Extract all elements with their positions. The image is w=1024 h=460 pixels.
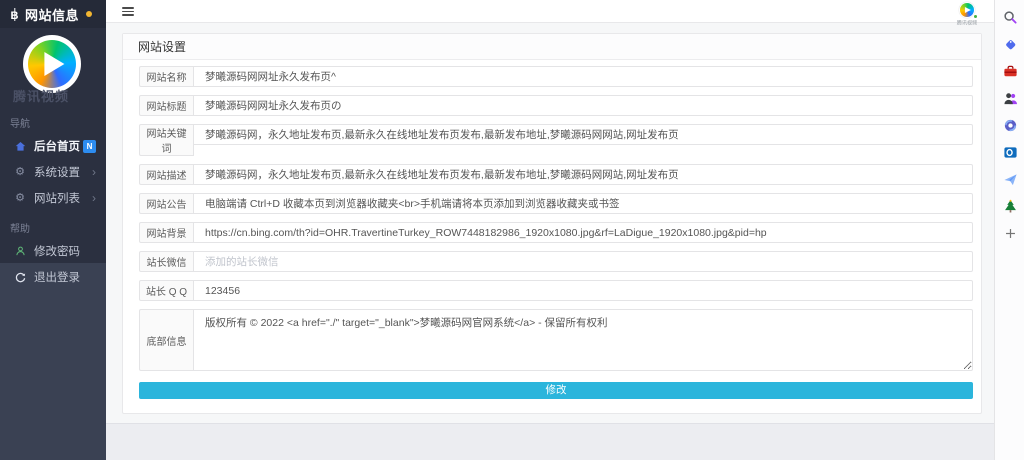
designer-icon [1003, 118, 1018, 133]
site-keywords-input[interactable] [194, 124, 973, 145]
sidebar-item-logout[interactable]: 退出登录 [0, 264, 106, 290]
edge-designer-button[interactable] [995, 112, 1024, 139]
chevron-right-icon: › [92, 166, 96, 178]
form-row: 网站名称 [139, 66, 973, 87]
form-row: 网站关键词 [139, 124, 973, 156]
send-icon [1003, 172, 1018, 187]
footer-strip [106, 423, 994, 460]
user-icon [13, 245, 27, 257]
field-label: 网站公告 [139, 193, 194, 214]
menu-toggle-icon[interactable] [122, 7, 134, 16]
field-label: 网站名称 [139, 66, 194, 87]
field-label: 网站背景 [139, 222, 194, 243]
shopping-tag-icon [1003, 37, 1018, 52]
search-icon [1003, 10, 1018, 25]
tree-icon [1003, 199, 1018, 214]
submit-button[interactable]: 修改 [139, 382, 973, 399]
edge-search-button[interactable] [995, 4, 1024, 31]
gear-icon: ⚙ [13, 167, 27, 178]
home-icon [13, 141, 27, 152]
main-content: 网站设置 网站名称 网站标题 网站关键词 网站描述 [106, 23, 994, 423]
bitcoin-icon: B [10, 8, 20, 21]
edge-send-button[interactable] [995, 166, 1024, 193]
gear-icon: ⚙ [13, 193, 27, 204]
svg-text:B: B [11, 10, 19, 21]
site-notice-input[interactable] [194, 193, 973, 214]
site-title-input[interactable] [194, 95, 973, 116]
sidebar-item-label: 后台首页 [34, 138, 80, 154]
sidebar-item-dashboard[interactable]: 后台首页 N [0, 133, 106, 159]
footer-info-textarea[interactable]: 版权所有 © 2022 <a href="./" target="_blank"… [194, 309, 973, 371]
people-icon [1003, 91, 1018, 106]
field-label: 底部信息 [139, 309, 194, 371]
form-row: 网站背景 [139, 222, 973, 243]
edge-outlook-button[interactable] [995, 139, 1024, 166]
form-row: 底部信息 版权所有 © 2022 <a href="./" target="_b… [139, 309, 973, 371]
edge-shopping-button[interactable] [995, 31, 1024, 58]
site-description-input[interactable] [194, 164, 973, 185]
webmaster-wechat-input[interactable] [194, 251, 973, 272]
field-label: 站长微信 [139, 251, 194, 272]
edge-add-button[interactable] [995, 220, 1024, 247]
field-label: 站长 Q Q [139, 280, 194, 301]
form-row: 站长微信 [139, 251, 973, 272]
sidebar-item-label: 系统设置 [34, 164, 80, 180]
tencent-video-logo [23, 35, 81, 93]
topbar: 腾讯视频 [106, 0, 994, 23]
avatar-label: 腾讯视频 [956, 19, 978, 27]
sidebar-item-label: 退出登录 [34, 269, 80, 285]
site-name-input[interactable] [194, 66, 973, 87]
field-label: 网站关键词 [139, 124, 194, 156]
panel-title: 网站设置 [123, 34, 981, 60]
sidebar: B 网站信息 腾讯视频 导航 后台首页 N ⚙ 系统设置 [0, 0, 106, 460]
edge-tree-button[interactable] [995, 193, 1024, 220]
sidebar-item-label: 修改密码 [34, 243, 80, 259]
webmaster-qq-input[interactable] [194, 280, 973, 301]
sidebar-item-system-settings[interactable]: ⚙ 系统设置 › [0, 159, 106, 185]
form-row: 网站公告 [139, 193, 973, 214]
brand-status-dot [86, 11, 92, 17]
sidebar-item-change-password[interactable]: 修改密码 [0, 238, 106, 264]
brand-title: 网站信息 [25, 5, 79, 24]
admin-page: B 网站信息 腾讯视频 导航 后台首页 N ⚙ 系统设置 [0, 0, 1024, 460]
brand: B 网站信息 [0, 0, 106, 28]
nav-section-label: 导航 [10, 115, 106, 130]
form-row: 网站描述 [139, 164, 973, 185]
toolbox-icon [1003, 64, 1018, 79]
chevron-right-icon: › [92, 192, 96, 204]
new-badge: N [83, 140, 96, 153]
browser-edge-rail [994, 0, 1024, 460]
sidebar-upper: B 网站信息 腾讯视频 导航 后台首页 N ⚙ 系统设置 [0, 0, 106, 263]
user-avatar[interactable]: 腾讯视频 [954, 2, 980, 27]
logout-icon [13, 272, 27, 283]
help-section-label: 帮助 [10, 220, 106, 235]
form-row: 站长 Q Q [139, 280, 973, 301]
outlook-icon [1003, 145, 1018, 160]
site-settings-panel: 网站设置 网站名称 网站标题 网站关键词 网站描述 [122, 33, 982, 414]
sidebar-item-label: 网站列表 [34, 190, 80, 206]
settings-form: 网站名称 网站标题 网站关键词 网站描述 网站公告 [123, 60, 981, 413]
edge-tools-button[interactable] [995, 58, 1024, 85]
edge-people-button[interactable] [995, 85, 1024, 112]
sidebar-item-site-list[interactable]: ⚙ 网站列表 › [0, 185, 106, 211]
field-label: 网站描述 [139, 164, 194, 185]
site-background-input[interactable] [194, 222, 973, 243]
logo-area: 腾讯视频 [0, 28, 106, 106]
form-row: 网站标题 [139, 95, 973, 116]
add-icon [1004, 227, 1017, 240]
logo-watermark-text: 腾讯视频 [13, 86, 69, 105]
field-label: 网站标题 [139, 95, 194, 116]
